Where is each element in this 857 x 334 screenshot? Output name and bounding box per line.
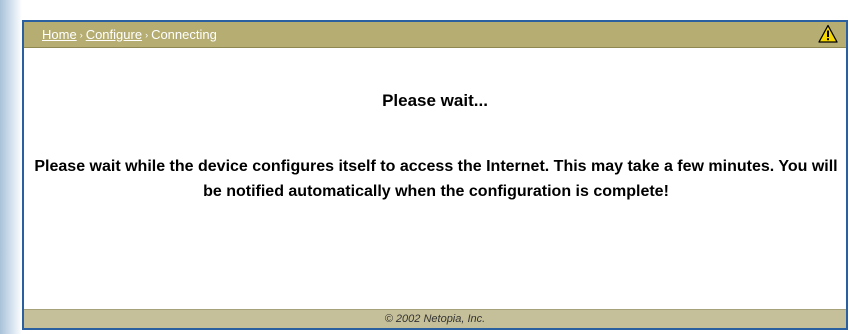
- window-edge: [0, 0, 22, 334]
- breadcrumb-current: Connecting: [151, 27, 217, 42]
- warning-triangle-icon[interactable]: [818, 24, 838, 44]
- breadcrumb: Home › Configure › Connecting: [42, 27, 217, 42]
- header-bar: Home › Configure › Connecting: [24, 22, 846, 48]
- breadcrumb-configure-link[interactable]: Configure: [86, 27, 142, 42]
- status-message: Please wait while the device configures …: [34, 158, 838, 200]
- footer-bar: © 2002 Netopia, Inc.: [24, 309, 846, 328]
- breadcrumb-separator: ›: [145, 30, 149, 40]
- breadcrumb-separator: ›: [79, 30, 83, 40]
- copyright-text: © 2002 Netopia, Inc.: [384, 313, 486, 325]
- content-frame: Home › Configure › Connecting Please wait...…: [22, 20, 848, 330]
- screen: Home › Configure › Connecting Please wait...…: [0, 0, 857, 334]
- page-title: Please wait...: [382, 91, 488, 110]
- breadcrumb-home-link[interactable]: Home: [42, 27, 77, 42]
